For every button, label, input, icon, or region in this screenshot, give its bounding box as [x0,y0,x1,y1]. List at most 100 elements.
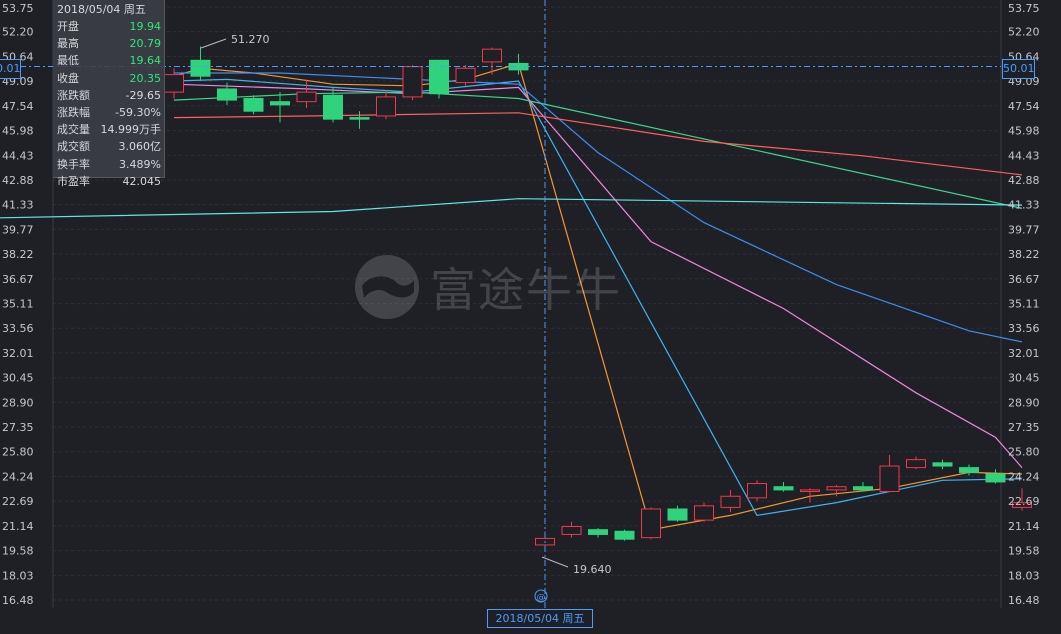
crosshair-date-label: 2018/05/04 周五 [487,609,593,628]
info-row-value: 19.94 [129,20,162,33]
info-row-5: 涨跌幅 -59.30% [57,104,161,121]
candle-28 [906,456,926,470]
candle-body-27 [879,465,900,492]
y-tick-left-8: 41.33 [2,199,34,212]
candle-18 [641,507,661,540]
y-tick-right-21: 21.14 [1008,520,1040,533]
candle-body-24 [800,489,820,492]
info-row-9: 市盈率 42.045 [57,173,161,190]
candle-body-22 [747,483,767,499]
info-row-label: 成交量 [57,123,90,137]
info-panel-rows: 开盘 19.94 最高 20.79 最低 19.64 收盘 20.35 涨跌额 -29.65 涨跌幅… [57,18,161,190]
candle-body-0 [164,74,184,93]
candle-5 [296,79,317,109]
watermark: 富途牛牛 [352,252,622,322]
candle-body-2 [217,88,237,101]
low-annotation-label: 19.640 [573,563,612,576]
ma-line-6 [0,198,1023,219]
candle-21 [720,489,741,513]
y-tick-left-7: 42.88 [2,174,34,187]
info-row-8: 换手率 3.489% [57,156,161,173]
high-annotation-label: 51.270 [231,33,270,46]
y-tick-left-21: 21.14 [2,520,34,533]
candle-29 [932,459,953,470]
info-row-value: -29.65 [125,88,161,102]
info-row-value: 19.64 [129,54,162,68]
candle-8 [376,90,396,120]
candle-body-30 [959,467,979,473]
candle-19 [667,505,688,522]
y-tick-left-18: 25.80 [2,446,34,459]
y-tick-left-4: 47.54 [2,100,34,113]
info-row-label: 涨跌幅 [57,105,90,119]
candle-body-12 [482,48,502,63]
y-tick-right-22: 19.58 [1008,545,1040,558]
y-tick-left-19: 24.24 [2,471,34,484]
y-tick-right-24: 16.48 [1008,594,1040,607]
watermark-text: 富途牛牛 [430,263,622,317]
candle-17 [614,529,635,541]
candle-body-9 [402,66,423,98]
y-tick-left-12: 35.11 [2,298,34,311]
crosshair-price-label-left: 50.01 [0,59,21,79]
candle-body-16 [588,529,608,535]
y-tick-right-13: 33.56 [1008,322,1040,335]
y-tick-right-15: 30.45 [1008,372,1040,385]
candle-body-31 [985,473,1006,483]
candle-27 [879,454,900,492]
crosshair-price-label-right: 50.01 [1002,59,1035,79]
candle-1 [190,46,211,81]
info-row-value: 20.79 [129,37,162,51]
candle-11 [455,65,476,86]
candle-body-1 [190,59,211,77]
info-row-value: 20.35 [129,71,162,85]
y-tick-left-22: 19.58 [2,545,34,558]
info-row-label: 收盘 [57,71,79,85]
y-tick-left-16: 28.90 [2,396,34,409]
candle-body-18 [641,508,661,539]
y-tick-right-16: 28.90 [1008,396,1040,409]
info-row-label: 成交额 [57,140,90,154]
info-row-7: 成交额 3.060亿 [57,138,161,155]
y-tick-right-7: 42.88 [1008,174,1040,187]
info-row-label: 换手率 [57,157,90,171]
y-tick-right-8: 41.33 [1008,199,1040,212]
candle-3 [243,95,264,115]
y-tick-right-6: 44.43 [1008,149,1040,162]
candle-31 [985,469,1006,484]
candle-body-21 [720,495,741,508]
low-annotation-leader [541,556,569,568]
y-axis-right: 53.7552.2050.6449.0947.5445.9844.4342.88… [1008,2,1040,607]
y-tick-left-11: 36.67 [2,273,34,286]
y-tick-right-17: 27.35 [1008,421,1040,434]
candle-body-23 [773,486,794,491]
candle-23 [773,481,794,492]
candle-body-26 [853,486,873,491]
y-tick-left-6: 44.43 [2,149,34,162]
candle-16 [588,528,608,538]
candle-body-5 [296,91,317,103]
info-row-4: 涨跌额 -29.65 [57,87,161,104]
y-tick-right-9: 39.77 [1008,223,1040,236]
info-row-label: 市盈率 [57,174,90,188]
ma-line-5 [173,112,1023,176]
y-tick-left-20: 22.69 [2,495,34,508]
candle-body-10 [429,59,449,95]
y-tick-left-1: 52.20 [2,26,34,39]
y-tick-right-5: 45.98 [1008,125,1040,138]
info-row-label: 开盘 [57,20,79,33]
candle-20 [694,502,714,522]
info-row-label: 最高 [57,37,79,51]
y-tick-left-9: 39.77 [2,223,34,236]
info-row-value: 3.489% [119,157,161,171]
futu-logo-icon [355,255,419,319]
candle-body-6 [323,94,343,120]
info-row-value: 3.060亿 [118,140,162,154]
y-tick-left-17: 27.35 [2,421,34,434]
candle-body-3 [243,97,264,112]
y-tick-right-1: 52.20 [1008,26,1040,39]
info-row-value: 42.045 [122,174,162,188]
y-tick-left-24: 16.48 [2,594,34,607]
info-row-label: 涨跌额 [57,88,90,102]
info-row-1: 最高 20.79 [57,35,161,52]
